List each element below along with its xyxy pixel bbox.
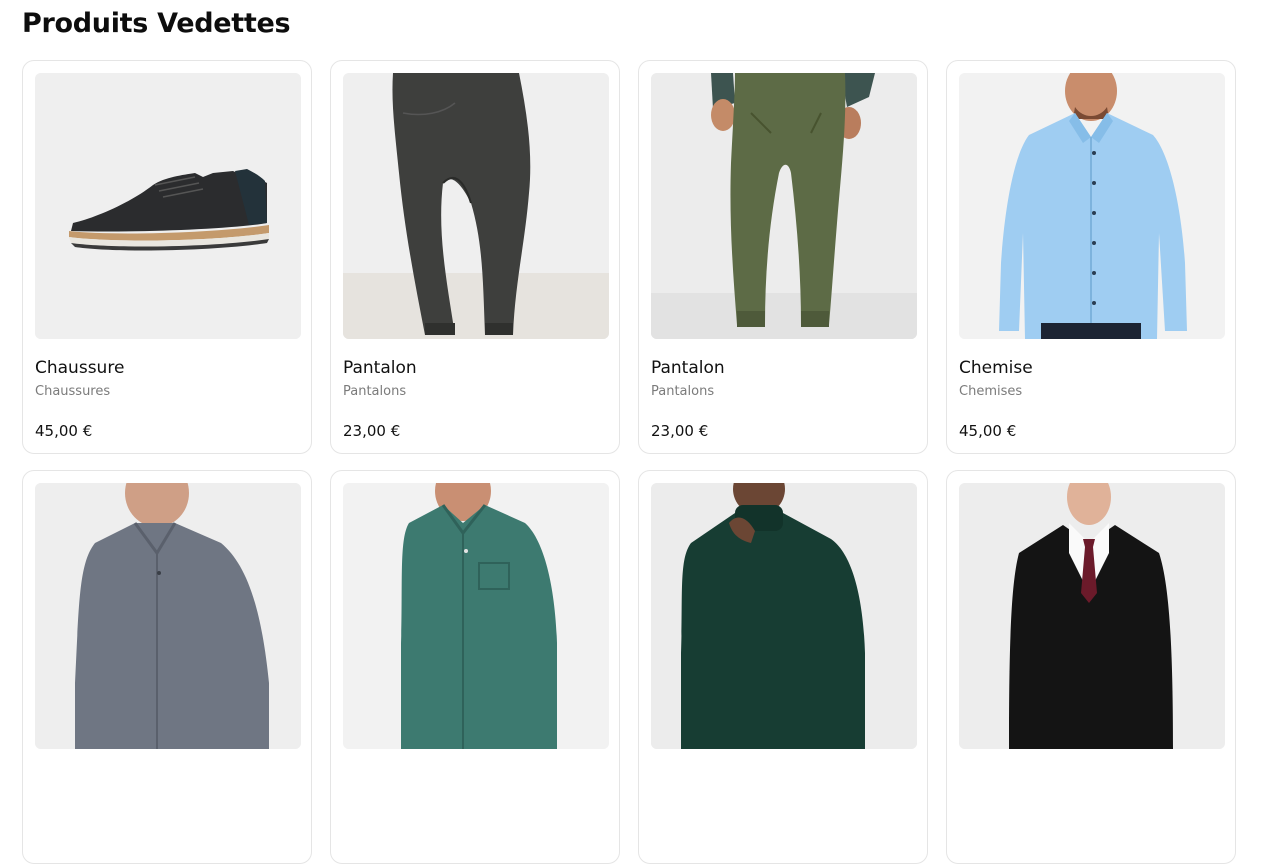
product-card[interactable] (330, 470, 620, 864)
product-name[interactable]: Chaussure (35, 358, 124, 378)
green-sweater-image (651, 483, 917, 749)
product-image[interactable] (959, 73, 1225, 339)
product-name[interactable]: Pantalon (651, 358, 725, 378)
product-card[interactable]: Pantalon Pantalons 23,00 € (638, 60, 928, 454)
product-grid: Chaussure Chaussures 45,00 € Pantalon Pa… (22, 60, 1238, 864)
product-category: Pantalons (343, 384, 407, 399)
black-suit-image (959, 483, 1225, 749)
product-image[interactable] (959, 483, 1225, 749)
dark-pants-image (343, 73, 609, 339)
product-card[interactable] (22, 470, 312, 864)
product-price: 45,00 € (35, 422, 93, 440)
product-category: Chaussures (35, 384, 111, 399)
product-price: 23,00 € (343, 422, 401, 440)
product-card[interactable]: Pantalon Pantalons 23,00 € (330, 60, 620, 454)
product-image[interactable] (343, 483, 609, 749)
product-category: Chemises (959, 384, 1023, 399)
product-image[interactable] (35, 483, 301, 749)
product-image[interactable] (35, 73, 301, 339)
product-price: 45,00 € (959, 422, 1017, 440)
product-card[interactable]: Chemise Chemises 45,00 € (946, 60, 1236, 454)
product-card[interactable] (638, 470, 928, 864)
product-name[interactable]: Pantalon (343, 358, 417, 378)
product-card[interactable]: Chaussure Chaussures 45,00 € (22, 60, 312, 454)
product-image[interactable] (343, 73, 609, 339)
page-title: Produits Vedettes (22, 8, 291, 39)
blue-shirt-image (959, 73, 1225, 339)
shoe-image (35, 73, 301, 339)
product-image[interactable] (651, 483, 917, 749)
green-pants-image (651, 73, 917, 339)
product-card[interactable] (946, 470, 1236, 864)
grey-shirt-image (35, 483, 301, 749)
product-category: Pantalons (651, 384, 715, 399)
product-image[interactable] (651, 73, 917, 339)
teal-shirt-image (343, 483, 609, 749)
product-price: 23,00 € (651, 422, 709, 440)
product-name[interactable]: Chemise (959, 358, 1033, 378)
